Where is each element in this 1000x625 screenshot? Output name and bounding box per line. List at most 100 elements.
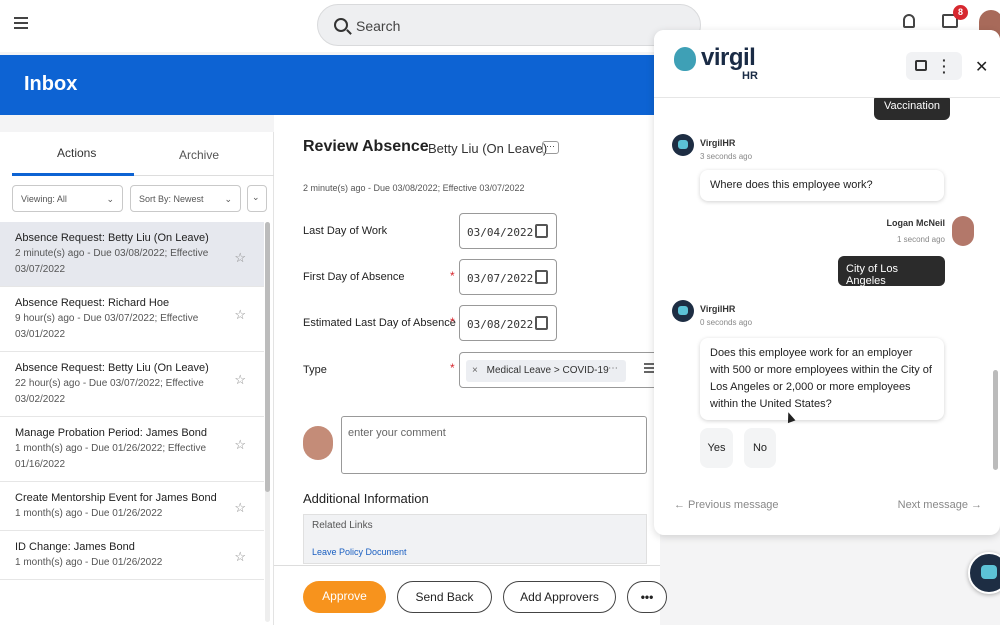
bot-avatar	[672, 134, 694, 156]
est-last-day-field[interactable]: 03/08/2022	[459, 305, 557, 341]
list-item-title: Absence Request: Richard Hoe	[15, 297, 170, 309]
related-links-box: Related Links Leave Policy Document	[303, 514, 647, 564]
inbox-list-panel: Actions Archive Viewing: All ⌄ Sort By: …	[0, 132, 274, 625]
list-item-meta: 1 month(s) ago - Due 01/26/2022	[15, 557, 163, 568]
star-icon[interactable]: ☆	[234, 372, 246, 388]
review-panel: Review Absence Betty Liu (On Leave) ⋯ 2 …	[274, 115, 669, 625]
list-item[interactable]: Create Mentorship Event for James Bond 1…	[0, 482, 264, 531]
list-item-meta: 2 minute(s) ago - Due 03/08/2022; Effect…	[15, 248, 209, 275]
avatar	[952, 216, 974, 246]
first-day-value: 03/07/2022	[467, 272, 534, 285]
reply-yes-button[interactable]: Yes	[700, 428, 733, 468]
star-icon[interactable]: ☆	[234, 549, 246, 565]
search-placeholder: Search	[356, 18, 401, 34]
close-icon[interactable]: ✕	[975, 57, 988, 77]
expand-filter-button[interactable]: ⌄	[247, 185, 267, 212]
chat-panel: virgil HR · · · ✕ Vaccination VirgilHR 3 s…	[654, 30, 1000, 535]
sender-name: VirgilHR	[700, 138, 736, 148]
list-item-title: Absence Request: Betty Liu (On Leave)	[15, 362, 209, 374]
required-marker: *	[450, 361, 455, 375]
tab-actions[interactable]: Actions	[57, 146, 96, 160]
related-actions-button[interactable]: ⋯	[542, 141, 559, 154]
review-meta: 2 minute(s) ago - Due 03/08/2022; Effect…	[303, 183, 525, 193]
more-icon[interactable]: ⋯	[608, 363, 618, 374]
sender-name: VirgilHR	[700, 304, 736, 314]
list-item-title: Absence Request: Betty Liu (On Leave)	[15, 232, 209, 244]
list-item-meta: 1 month(s) ago - Due 01/26/2022	[15, 508, 163, 519]
add-approvers-button[interactable]: Add Approvers	[503, 581, 616, 613]
more-actions-button[interactable]: •••	[627, 581, 667, 613]
print-icon[interactable]	[915, 60, 927, 71]
list-item-meta: 9 hour(s) ago - Due 03/07/2022; Effectiv…	[15, 313, 199, 340]
first-day-label: First Day of Absence	[303, 271, 405, 283]
comment-input[interactable]: enter your comment	[341, 416, 647, 474]
chevron-down-icon: ⌄	[106, 194, 114, 204]
list-item-meta: 1 month(s) ago - Due 01/26/2022; Effecti…	[15, 443, 207, 470]
tab-archive[interactable]: Archive	[179, 148, 219, 162]
est-last-day-value: 03/08/2022	[467, 318, 534, 331]
list-item[interactable]: Manage Probation Period: James Bond 1 mo…	[0, 417, 264, 482]
type-field[interactable]: × Medical Leave > COVID-19 ⋯	[459, 352, 669, 388]
calendar-icon[interactable]	[535, 270, 548, 284]
viewing-filter[interactable]: Viewing: All ⌄	[12, 185, 123, 212]
bot-message: Does this employee work for an employer …	[700, 338, 944, 420]
remove-icon[interactable]: ×	[472, 365, 478, 376]
type-label: Type	[303, 364, 327, 376]
calendar-icon[interactable]	[535, 224, 548, 238]
chat-messages: Vaccination VirgilHR 3 seconds ago Where…	[654, 94, 1000, 535]
list-item[interactable]: ID Change: James Bond 1 month(s) ago - D…	[0, 531, 264, 580]
star-icon[interactable]: ☆	[234, 250, 246, 266]
list-item[interactable]: Absence Request: Richard Hoe 9 hour(s) a…	[0, 287, 264, 352]
user-name: Logan McNeil	[886, 218, 945, 228]
chat-header: virgil HR · · · ✕	[654, 30, 1000, 98]
approve-button[interactable]: Approve	[303, 581, 386, 613]
type-pill[interactable]: × Medical Leave > COVID-19 ⋯	[466, 360, 626, 382]
scrollbar-thumb[interactable]	[265, 222, 270, 492]
list-item-title: ID Change: James Bond	[15, 541, 135, 553]
leave-policy-link[interactable]: Leave Policy Document	[312, 547, 407, 557]
bell-icon[interactable]	[903, 14, 915, 28]
logo: virgil	[701, 44, 756, 71]
review-title: Review Absence	[303, 138, 429, 155]
previous-message-link[interactable]: ← Previous message	[674, 499, 779, 511]
star-icon[interactable]: ☆	[234, 500, 246, 516]
reply-no-button[interactable]: No	[744, 428, 776, 468]
list-item[interactable]: Absence Request: Betty Liu (On Leave) 2 …	[0, 222, 264, 287]
est-last-day-label: Estimated Last Day of Absence	[303, 317, 456, 329]
last-day-value: 03/04/2022	[467, 226, 534, 239]
sort-filter-label: Sort By: Newest	[139, 194, 204, 204]
list-item-title: Manage Probation Period: James Bond	[15, 427, 208, 439]
chevron-down-icon: ⌄	[224, 194, 232, 204]
page-scrollbar[interactable]	[993, 370, 998, 470]
required-marker: *	[450, 269, 455, 283]
chat-tools: · · ·	[906, 52, 962, 80]
next-message-link[interactable]: Next message →	[898, 499, 982, 511]
chat-launcher-icon[interactable]	[968, 552, 1000, 594]
star-icon[interactable]: ☆	[234, 307, 246, 323]
star-icon[interactable]: ☆	[234, 437, 246, 453]
list-scrollbar[interactable]	[265, 222, 270, 622]
send-back-button[interactable]: Send Back	[397, 581, 492, 613]
search-input[interactable]: Search	[317, 4, 701, 46]
page-title: Inbox	[24, 73, 78, 95]
last-day-field[interactable]: 03/04/2022	[459, 213, 557, 249]
active-tab-indicator	[12, 173, 134, 176]
first-day-field[interactable]: 03/07/2022	[459, 259, 557, 295]
list-item-title: Create Mentorship Event for James Bond	[15, 492, 217, 504]
list-item[interactable]: Absence Request: Betty Liu (On Leave) 22…	[0, 352, 264, 417]
last-day-label: Last Day of Work	[303, 225, 388, 237]
calendar-icon[interactable]	[535, 316, 548, 330]
search-icon	[334, 18, 348, 32]
bot-avatar	[672, 300, 694, 322]
action-bar: Approve Send Back Add Approvers •••	[274, 565, 667, 625]
message-time: 1 second ago	[896, 235, 945, 244]
sort-filter[interactable]: Sort By: Newest ⌄	[130, 185, 241, 212]
review-person[interactable]: Betty Liu (On Leave)	[428, 141, 547, 156]
tab-bar: Actions Archive	[12, 132, 274, 176]
bot-message: Where does this employee work?	[700, 170, 944, 201]
notification-badge: 8	[953, 5, 968, 20]
message-time: 3 seconds ago	[700, 152, 753, 161]
page-banner: Inbox	[0, 55, 660, 115]
menu-icon[interactable]	[14, 17, 28, 29]
kebab-menu-icon[interactable]: · · ·	[942, 53, 947, 79]
